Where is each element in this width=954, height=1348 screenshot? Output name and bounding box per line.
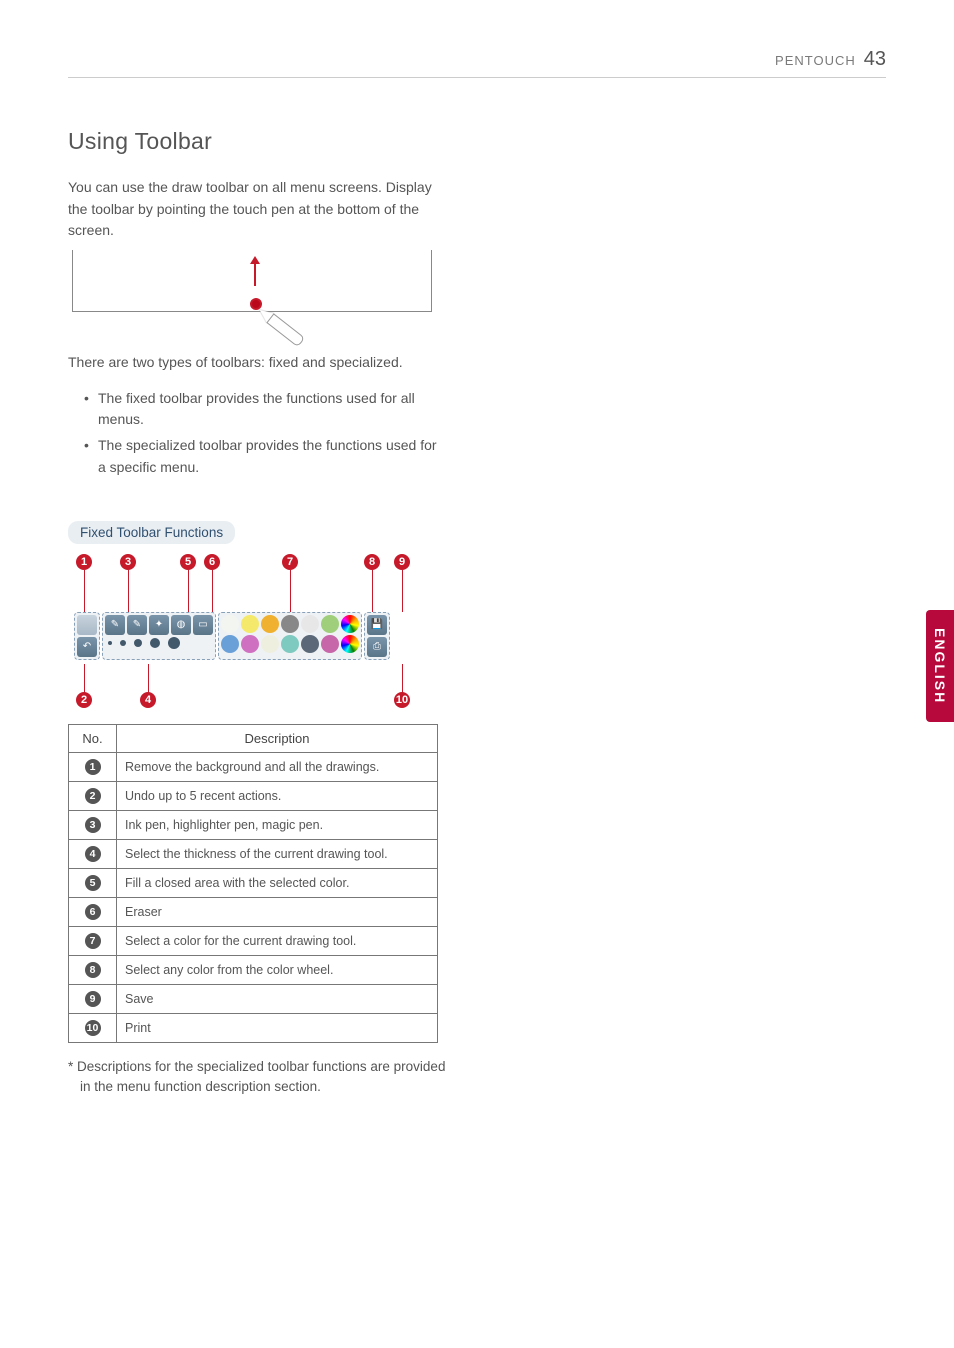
row-number: 2 bbox=[85, 788, 101, 804]
types-intro: There are two types of toolbars: fixed a… bbox=[68, 352, 448, 374]
row-description: Select the thickness of the current draw… bbox=[117, 839, 438, 868]
functions-table: No. Description 1 Remove the background a… bbox=[68, 724, 438, 1043]
row-number: 5 bbox=[85, 875, 101, 891]
callout-3: 3 bbox=[120, 554, 136, 570]
callout-5: 5 bbox=[180, 554, 196, 570]
language-tab: ENGLISH bbox=[926, 610, 954, 722]
table-row: 3 Ink pen, highlighter pen, magic pen. bbox=[69, 810, 438, 839]
th-no: No. bbox=[69, 724, 117, 752]
tool-print-icon: ⎙ bbox=[367, 637, 387, 657]
tool-magicpen-icon: ✦ bbox=[149, 615, 169, 635]
row-description: Print bbox=[117, 1013, 438, 1042]
table-row: 2 Undo up to 5 recent actions. bbox=[69, 781, 438, 810]
row-description: Select a color for the current drawing t… bbox=[117, 926, 438, 955]
row-number: 9 bbox=[85, 991, 101, 1007]
th-desc: Description bbox=[117, 724, 438, 752]
color-wheel-icon bbox=[341, 635, 359, 653]
list-item: The fixed toolbar provides the functions… bbox=[84, 388, 448, 431]
tool-fill-icon: ◍ bbox=[171, 615, 191, 635]
section-title: Using Toolbar bbox=[68, 128, 448, 155]
callout-6: 6 bbox=[204, 554, 220, 570]
row-number: 3 bbox=[85, 817, 101, 833]
color-wheel-icon bbox=[341, 615, 359, 633]
row-number: 8 bbox=[85, 962, 101, 978]
row-number: 6 bbox=[85, 904, 101, 920]
table-row: 7 Select a color for the current drawing … bbox=[69, 926, 438, 955]
table-row: 8 Select any color from the color wheel. bbox=[69, 955, 438, 984]
list-item: The specialized toolbar provides the fun… bbox=[84, 435, 448, 478]
footnote: * Descriptions for the specialized toolb… bbox=[68, 1057, 448, 1099]
callout-10: 10 bbox=[394, 692, 410, 708]
row-number: 1 bbox=[85, 759, 101, 775]
tool-save-icon: 💾 bbox=[367, 615, 387, 635]
callout-4: 4 bbox=[140, 692, 156, 708]
row-number: 4 bbox=[85, 846, 101, 862]
callout-9: 9 bbox=[394, 554, 410, 570]
callout-1: 1 bbox=[76, 554, 92, 570]
header-section: PENTOUCH bbox=[775, 53, 856, 68]
table-row: 1 Remove the background and all the drawi… bbox=[69, 752, 438, 781]
row-number: 10 bbox=[85, 1020, 101, 1036]
intro-paragraph: You can use the draw toolbar on all menu… bbox=[68, 177, 448, 242]
row-description: Fill a closed area with the selected col… bbox=[117, 868, 438, 897]
row-description: Select any color from the color wheel. bbox=[117, 955, 438, 984]
row-description: Ink pen, highlighter pen, magic pen. bbox=[117, 810, 438, 839]
figure-fixed-toolbar: 1 3 5 6 7 8 9 ↶ ✎ bbox=[68, 552, 438, 712]
table-row: 5 Fill a closed area with the selected co… bbox=[69, 868, 438, 897]
fixed-toolbar-subhead: Fixed Toolbar Functions bbox=[68, 521, 235, 544]
page-number: 43 bbox=[864, 48, 886, 71]
tool-undo-icon: ↶ bbox=[77, 637, 97, 657]
row-description: Undo up to 5 recent actions. bbox=[117, 781, 438, 810]
tool-eraser-icon: ▭ bbox=[193, 615, 213, 635]
toolbar-illustration: ↶ ✎ ✎ ✦ ◍ ▭ bbox=[74, 612, 390, 660]
table-row: 9 Save bbox=[69, 984, 438, 1013]
row-number: 7 bbox=[85, 933, 101, 949]
toolbar-type-list: The fixed toolbar provides the functions… bbox=[68, 388, 448, 479]
tool-inkpen-icon: ✎ bbox=[105, 615, 125, 635]
row-description: Save bbox=[117, 984, 438, 1013]
color-swatches bbox=[218, 612, 362, 660]
callout-2: 2 bbox=[76, 692, 92, 708]
figure-screen-pen bbox=[72, 256, 442, 346]
table-row: 10 Print bbox=[69, 1013, 438, 1042]
tool-highlighter-icon: ✎ bbox=[127, 615, 147, 635]
row-description: Remove the background and all the drawin… bbox=[117, 752, 438, 781]
row-description: Eraser bbox=[117, 897, 438, 926]
table-row: 6 Eraser bbox=[69, 897, 438, 926]
table-row: 4 Select the thickness of the current dra… bbox=[69, 839, 438, 868]
page-header: PENTOUCH 43 bbox=[68, 48, 886, 78]
callout-7: 7 bbox=[282, 554, 298, 570]
tool-clear-icon bbox=[77, 615, 97, 635]
callout-8: 8 bbox=[364, 554, 380, 570]
